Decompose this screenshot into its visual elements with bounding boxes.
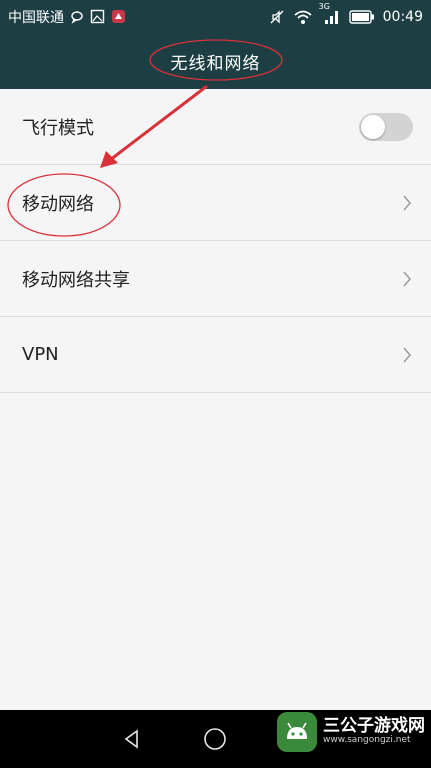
- setting-tethering[interactable]: 移动网络共享: [0, 241, 431, 317]
- home-icon[interactable]: [195, 719, 235, 759]
- signal-icon: 3G: [319, 2, 341, 25]
- app-notification-icon: [111, 9, 126, 24]
- setting-airplane-mode[interactable]: 飞行模式: [0, 89, 431, 165]
- back-icon[interactable]: [112, 719, 152, 759]
- chevron-right-icon: [401, 269, 413, 289]
- setting-mobile-network[interactable]: 移动网络: [0, 165, 431, 241]
- setting-label: 飞行模式: [22, 117, 94, 139]
- setting-label: VPN: [22, 344, 59, 365]
- wifi-icon: [293, 9, 313, 25]
- app-bar: 无线和网络: [0, 33, 431, 89]
- carrier-name: 中国联通: [8, 9, 64, 26]
- settings-list: 飞行模式 移动网络 移动网络共享 VPN: [0, 89, 431, 393]
- watermark-url: www.sangongzi.net: [323, 735, 411, 746]
- page-title: 无线和网络: [170, 53, 261, 74]
- network-type-label: 3G: [318, 1, 330, 11]
- toggle-knob: [361, 114, 385, 139]
- setting-label: 移动网络共享: [22, 269, 130, 291]
- message-icon: [70, 10, 84, 24]
- clock: 00:49: [382, 8, 423, 25]
- gallery-icon: [90, 9, 105, 24]
- status-bar: 中国联通 3G 00:49: [0, 0, 431, 33]
- battery-icon: [348, 9, 375, 24]
- setting-label: 移动网络: [22, 193, 94, 215]
- android-logo-icon: [277, 712, 317, 752]
- chevron-right-icon: [401, 193, 413, 213]
- chevron-right-icon: [401, 345, 413, 365]
- mute-icon: [269, 9, 285, 25]
- airplane-mode-toggle[interactable]: [359, 112, 413, 141]
- watermark-name: 三公子游戏网: [323, 716, 425, 737]
- setting-vpn[interactable]: VPN: [0, 317, 431, 393]
- watermark: 三公子游戏网 www.sangongzi.net: [277, 712, 425, 752]
